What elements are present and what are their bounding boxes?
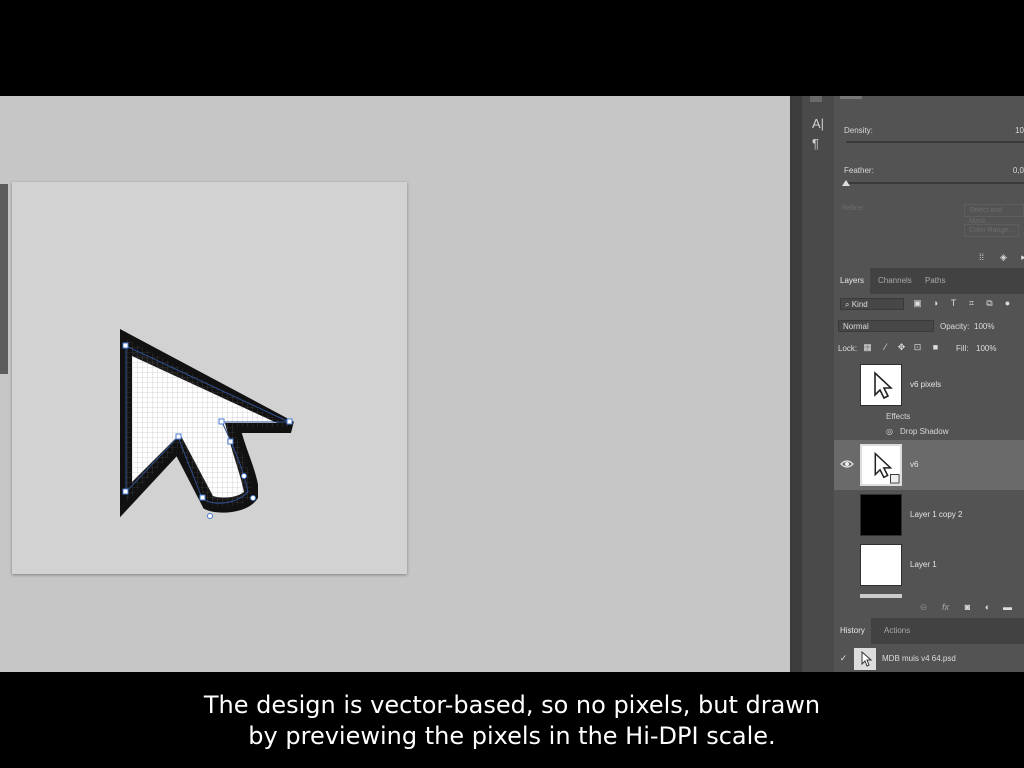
side-tool-strip: A| ¶ [802, 96, 834, 672]
history-tabbar: History Actions [834, 618, 1024, 644]
feather-value[interactable]: 0,0 [1013, 166, 1024, 175]
layer-row-layer-1[interactable]: Layer 1 [834, 540, 1024, 590]
adjustment-filter-icon[interactable]: ◑ [930, 298, 941, 309]
adjustment-layer-icon[interactable]: ◐ [982, 602, 993, 613]
layer-name[interactable]: Layer 1 copy 2 [910, 510, 962, 519]
artboard-lock-icon[interactable]: ⊡ [912, 342, 923, 353]
fill-value[interactable]: 100% [976, 344, 996, 353]
collapsed-control[interactable] [840, 96, 862, 99]
lock-all-icon[interactable]: ■ [930, 342, 941, 353]
history-brush-icon[interactable]: ✓ [838, 653, 849, 664]
text-icon[interactable]: A| [812, 116, 824, 131]
tab-channels[interactable]: Channels [872, 268, 918, 294]
history-item-label[interactable]: MDB muis v4 64.psd [882, 654, 956, 663]
blend-mode-select[interactable]: Normal [838, 320, 934, 332]
layer-row-v6[interactable]: v6 [834, 440, 1024, 490]
layer-thumbnail-partial [860, 594, 902, 598]
fx-icon[interactable]: fx [940, 602, 951, 613]
video-subtitle: The design is vector-based, so no pixels… [0, 690, 1024, 752]
shape-filter-icon[interactable]: ⌗ [966, 298, 977, 309]
layer-row-layer-1-copy-2[interactable]: Layer 1 copy 2 [834, 490, 1024, 540]
search-icon: ⌕ [845, 300, 852, 309]
layer-thumbnail [860, 494, 902, 536]
delete-icon[interactable]: ▸ [1018, 252, 1024, 263]
layers-tabbar: Layers Channels Paths [834, 268, 1024, 294]
panel-divider[interactable] [790, 96, 802, 672]
strip-handle[interactable] [810, 96, 822, 102]
tab-layers[interactable]: Layers [834, 268, 871, 294]
tab-paths[interactable]: Paths [919, 268, 951, 294]
filter-kind-value: Kind [851, 300, 868, 309]
layer-name[interactable]: Layer 1 [910, 560, 937, 569]
add-mask-icon[interactable]: ◙ [962, 602, 973, 613]
refine-label: Refine: [842, 205, 865, 212]
subtitle-line-1: The design is vector-based, so no pixels… [203, 691, 821, 719]
layer-effects-label: Effects [886, 412, 911, 421]
lock-pixels-icon[interactable]: ▦ [862, 342, 873, 353]
layer-name[interactable]: v6 [910, 460, 918, 469]
eye-icon[interactable]: ◎ [886, 427, 893, 436]
smart-object-filter-icon[interactable]: ⧉ [984, 298, 995, 309]
cursor-artwork [120, 329, 294, 519]
type-filter-icon[interactable]: T [948, 298, 959, 309]
grid-icon[interactable]: ⁞⁞ [976, 252, 987, 263]
filter-toggle-icon[interactable]: ● [1002, 298, 1013, 309]
filter-kind-select[interactable]: ⌕ Kind [840, 298, 904, 310]
properties-layers-panel: Density: 10 Feather: 0,0 Refine: Select … [834, 96, 1024, 672]
feather-label: Feather: [844, 166, 874, 175]
brush-lock-icon[interactable]: ⁄ [880, 342, 891, 353]
subtitle-line-2: by previewing the pixels in the Hi-DPI s… [248, 722, 776, 750]
opacity-value[interactable]: 100% [974, 322, 994, 331]
drop-shadow-effect[interactable]: Drop Shadow [900, 427, 948, 436]
fill-label: Fill: [956, 344, 969, 353]
eye-icon[interactable] [840, 457, 854, 471]
tab-history[interactable]: History [834, 618, 871, 644]
density-label: Density: [844, 126, 873, 135]
feather-slider-handle[interactable] [842, 180, 850, 186]
canvas-workspace[interactable] [0, 96, 790, 672]
density-value[interactable]: 10 [1015, 126, 1024, 135]
select-mask-button[interactable]: Select and Mask... [964, 204, 1024, 225]
image-filter-icon[interactable]: ▣ [912, 298, 923, 309]
letterbox-top [0, 0, 1024, 96]
lock-label: Lock: [838, 344, 858, 353]
new-group-icon[interactable]: ▬ [1002, 602, 1013, 613]
layer-thumbnail [860, 544, 902, 586]
link-layers-icon[interactable]: ⊖ [918, 602, 929, 613]
layer-row-v6-pixels[interactable]: v6 pixels [834, 360, 1024, 410]
layer-thumbnail [860, 364, 902, 406]
history-snapshot-thumbnail[interactable] [854, 648, 876, 670]
density-slider[interactable] [846, 141, 1024, 143]
left-panel-edge[interactable] [0, 184, 8, 374]
tab-actions[interactable]: Actions [878, 618, 916, 644]
feather-slider[interactable] [846, 182, 1024, 184]
move-lock-icon[interactable]: ✥ [896, 342, 907, 353]
layer-name[interactable]: v6 pixels [910, 380, 941, 389]
layer-thumbnail [860, 444, 902, 486]
paragraph-icon[interactable]: ¶ [812, 136, 819, 151]
visibility-icon[interactable]: ◈ [998, 252, 1009, 263]
blend-mode-value: Normal [843, 322, 869, 331]
opacity-label: Opacity: [940, 322, 970, 331]
document-canvas[interactable] [12, 182, 407, 574]
color-range-button[interactable]: Color Range... [964, 224, 1020, 237]
